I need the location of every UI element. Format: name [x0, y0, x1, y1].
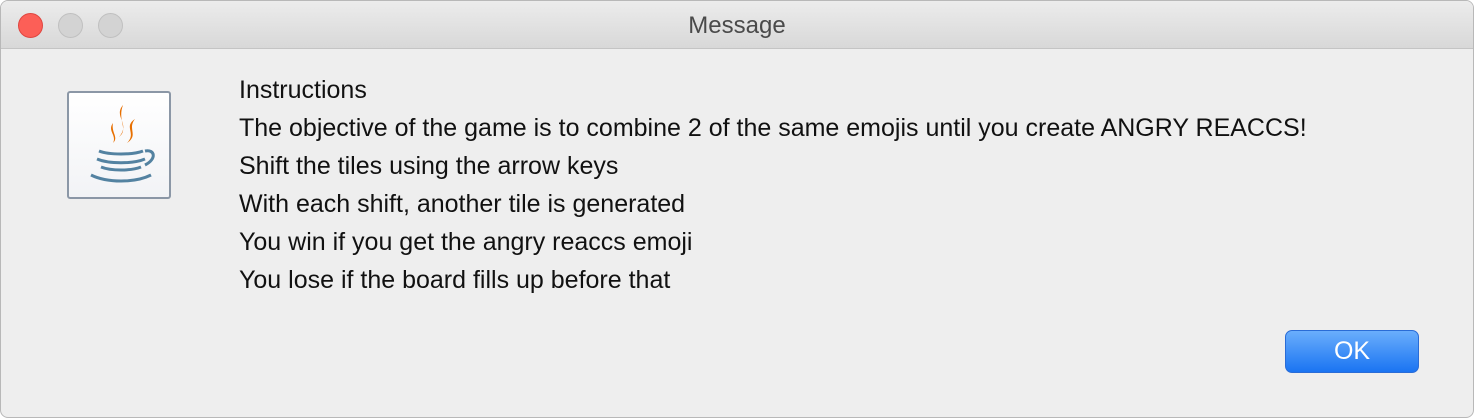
message-line: With each shift, another tile is generat… — [239, 190, 686, 218]
message-line: Shift the tiles using the arrow keys — [239, 152, 619, 180]
message-line: You win if you get the angry reaccs emoj… — [239, 228, 693, 256]
title-bar[interactable]: Message — [1, 1, 1473, 49]
message-line: The objective of the game is to combine … — [239, 114, 1307, 142]
message-line: You lose if the board fills up before th… — [239, 266, 671, 294]
window-title: Message — [688, 12, 786, 39]
message-text: Instructions The objective of the game i… — [239, 71, 1449, 299]
java-coffee-cup-icon — [67, 91, 171, 199]
instructions-heading: Instructions — [239, 76, 367, 104]
message-dialog: Message Instructions The objective of th… — [0, 0, 1474, 418]
ok-button[interactable]: OK — [1285, 330, 1419, 373]
